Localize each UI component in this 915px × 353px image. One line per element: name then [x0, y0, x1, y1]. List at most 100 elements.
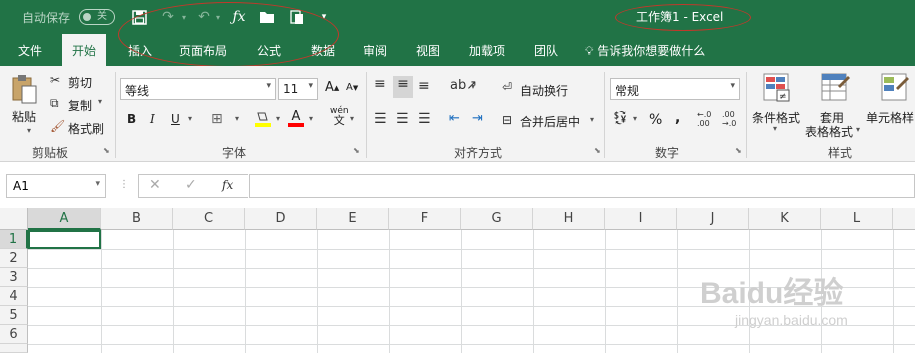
name-box[interactable]: A1 ▾	[6, 174, 106, 198]
column-header-c[interactable]: C	[173, 208, 245, 230]
active-cell-a1[interactable]	[28, 230, 101, 249]
toggle-knob	[83, 13, 91, 21]
align-center-icon[interactable]: ☰	[396, 111, 409, 127]
phonetic-dropdown-icon[interactable]: ▾	[350, 114, 354, 123]
font-name-value: 等线	[125, 84, 150, 98]
font-size-combo[interactable]: 11 ▾	[278, 78, 318, 100]
phonetic-guide-icon[interactable]: wén 文	[330, 106, 349, 126]
row-header-2[interactable]: 2	[0, 249, 28, 268]
align-bottom-icon[interactable]: ≡	[418, 78, 430, 94]
increase-decimal-icon[interactable]: ←.0.00	[697, 110, 711, 128]
cell-styles-icon[interactable]	[880, 72, 910, 104]
tab-file[interactable]: 文件	[18, 42, 42, 59]
column-header-f[interactable]: F	[389, 208, 461, 230]
font-color-dropdown-icon[interactable]: ▾	[309, 114, 313, 123]
increase-font-icon[interactable]: A ▲	[325, 80, 339, 95]
tab-team[interactable]: 团队	[534, 42, 558, 59]
tell-me-label: 告诉我你想要做什么	[597, 44, 706, 58]
formula-input[interactable]	[249, 174, 915, 198]
format-as-table-icon[interactable]	[820, 72, 850, 104]
number-launcher-icon[interactable]: ⬊	[735, 146, 742, 155]
tab-view[interactable]: 视图	[416, 42, 440, 59]
column-header-g[interactable]: G	[461, 208, 533, 230]
align-top-icon[interactable]: ≡	[374, 76, 386, 92]
underline-button[interactable]: U	[171, 112, 180, 126]
tab-home[interactable]: 开始	[62, 34, 107, 66]
tell-me-search[interactable]: 💡︎ 告诉我你想要做什么	[585, 42, 705, 59]
column-header-a[interactable]: A	[28, 208, 101, 230]
column-header-b[interactable]: B	[101, 208, 173, 230]
insert-function-button[interactable]: fx	[222, 178, 233, 192]
merge-center-icon[interactable]: ⊟	[502, 113, 512, 127]
underline-dropdown-icon[interactable]: ▾	[188, 114, 192, 123]
decrease-font-icon[interactable]: A ▼	[346, 82, 358, 93]
merge-center-button[interactable]: 合并后居中	[520, 113, 580, 130]
row-header-1[interactable]: 1	[0, 230, 28, 249]
format-painter-icon[interactable]: 🖌︎	[50, 119, 65, 133]
clipboard-launcher-icon[interactable]: ⬊	[103, 146, 110, 155]
autosave-toggle[interactable]: 关	[79, 9, 115, 25]
increase-indent-icon[interactable]: ⇥	[472, 111, 483, 126]
alignment-launcher-icon[interactable]: ⬊	[594, 146, 601, 155]
align-right-icon[interactable]: ☰	[418, 111, 431, 127]
conditional-formatting-icon[interactable]: ≠	[762, 72, 792, 104]
column-header-h[interactable]: H	[533, 208, 605, 230]
borders-dropdown-icon[interactable]: ▾	[235, 114, 239, 123]
wrap-text-button[interactable]: 自动换行	[520, 82, 568, 99]
format-as-table-line2[interactable]: 表格格式	[805, 123, 853, 140]
font-name-combo[interactable]: 等线 ▾	[120, 78, 276, 100]
tab-review[interactable]: 审阅	[363, 42, 387, 59]
cut-button[interactable]: 剪切	[68, 74, 92, 91]
comma-style-icon[interactable]: ,	[675, 110, 680, 126]
scissors-icon[interactable]: ✂	[50, 73, 60, 87]
column-header-k[interactable]: K	[749, 208, 821, 230]
conditional-dropdown-icon[interactable]: ▾	[773, 124, 777, 133]
copy-button[interactable]: 复制	[68, 97, 92, 114]
row-header-5[interactable]: 5	[0, 306, 28, 325]
tab-addins[interactable]: 加载项	[469, 42, 505, 59]
merge-dropdown-icon[interactable]: ▾	[590, 115, 594, 124]
align-left-icon[interactable]: ☰	[374, 111, 387, 127]
percent-style-button[interactable]: %	[649, 112, 662, 128]
row-header-6[interactable]: 6	[0, 325, 28, 344]
orientation-dropdown-icon[interactable]: ▾	[471, 82, 475, 91]
enter-icon[interactable]: ✓	[185, 177, 197, 193]
italic-button[interactable]: I	[150, 112, 155, 126]
align-middle-icon[interactable]: ≡	[393, 76, 413, 98]
cancel-icon[interactable]: ✕	[149, 177, 161, 193]
row-header-4[interactable]: 4	[0, 287, 28, 306]
copy-icon[interactable]: ⧉	[50, 96, 59, 111]
format-as-table-dropdown-icon[interactable]: ▾	[856, 125, 860, 134]
paste-big-icon[interactable]	[10, 74, 40, 104]
annotation-ellipse-qat	[118, 2, 339, 67]
wrap-text-icon[interactable]: ⏎	[502, 80, 512, 94]
cell-styles-button[interactable]: 单元格样	[866, 109, 914, 126]
paste-label[interactable]: 粘贴	[12, 108, 36, 125]
fill-color-icon[interactable]	[255, 110, 271, 128]
row-header-3[interactable]: 3	[0, 268, 28, 287]
fill-color-dropdown-icon[interactable]: ▾	[276, 114, 280, 123]
decrease-indent-icon[interactable]: ⇤	[449, 111, 460, 126]
column-header-e[interactable]: E	[317, 208, 389, 230]
paste-dropdown-icon[interactable]: ▾	[27, 126, 31, 135]
column-header-j[interactable]: J	[677, 208, 749, 230]
font-launcher-icon[interactable]: ⬊	[353, 146, 360, 155]
gridline	[101, 230, 102, 353]
select-all-corner[interactable]	[0, 208, 28, 230]
format-painter-button[interactable]: 格式刷	[68, 120, 104, 137]
font-color-icon[interactable]: A	[288, 110, 304, 128]
number-format-combo[interactable]: 常规 ▾	[610, 78, 740, 100]
accounting-format-icon[interactable]: 💱︎	[612, 111, 629, 126]
copy-dropdown-icon[interactable]: ▾	[98, 97, 102, 106]
borders-icon[interactable]: ⊞	[211, 111, 223, 127]
drag-handle-icon[interactable]: ⋮	[119, 179, 129, 190]
column-header-i[interactable]: I	[605, 208, 677, 230]
column-header-l[interactable]: L	[821, 208, 893, 230]
column-header-m[interactable]	[893, 208, 915, 230]
decrease-decimal-icon[interactable]: .00 →.0	[722, 110, 736, 128]
svg-text:≠: ≠	[779, 92, 787, 102]
row-header-7[interactable]	[0, 344, 28, 353]
bold-button[interactable]: B	[127, 112, 136, 126]
column-header-d[interactable]: D	[245, 208, 317, 230]
accounting-dropdown-icon[interactable]: ▾	[633, 114, 637, 123]
